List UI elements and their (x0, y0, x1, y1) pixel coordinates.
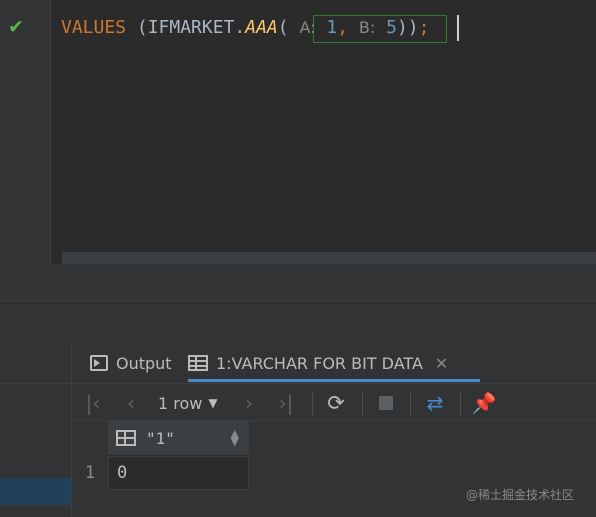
output-console-icon (90, 355, 108, 371)
row-count-label: 1 row (158, 393, 203, 413)
toolbar-separator (410, 392, 411, 416)
tab-output[interactable]: Output (90, 343, 172, 383)
tab-result-label: 1:VARCHAR FOR BIT DATA (216, 353, 423, 373)
text-caret (457, 15, 459, 41)
code-text: (IFMARKET. (126, 17, 246, 38)
active-tab-indicator (188, 379, 480, 382)
pin-icon[interactable]: 📌 (470, 384, 498, 422)
row-number: 1 (84, 463, 96, 483)
services-tree-selected-row[interactable] (0, 478, 71, 505)
keyword-values: VALUES (61, 17, 127, 38)
column-table-icon (116, 430, 136, 446)
first-page-icon[interactable]: |‹ (82, 384, 104, 422)
result-tabs: Output 1:VARCHAR FOR BIT DATA ✕ (72, 343, 596, 383)
results-toolbar: |‹ ‹ 1 row ▼ › ›| ⟳ ⇄ 📌 (72, 383, 596, 421)
tab-result[interactable]: 1:VARCHAR FOR BIT DATA ✕ (188, 343, 480, 383)
sort-icon[interactable]: ▲ ▼ (231, 428, 239, 447)
param-value-a: 1 (326, 17, 338, 38)
toolbar-separator (362, 392, 363, 416)
toolbar-separator (460, 392, 461, 416)
function-name: AAA (245, 17, 278, 38)
prev-page-icon[interactable]: ‹ (120, 384, 142, 422)
table-cell[interactable]: 0 (108, 456, 249, 490)
chevron-down-icon: ▼ (208, 396, 218, 410)
next-page-icon[interactable]: › (238, 384, 260, 422)
splitter-band[interactable] (0, 264, 596, 304)
tab-output-label: Output (116, 353, 172, 373)
open-paren: ( (277, 17, 289, 38)
close-icon[interactable]: ✕ (435, 354, 448, 373)
grid-corner (72, 421, 108, 456)
stop-icon[interactable] (374, 384, 398, 422)
table-icon (188, 355, 208, 371)
sql-code-line[interactable]: VALUES (IFMARKET.AAA( A: 1, B: 5)); (61, 15, 429, 41)
param-hint-b: B: (358, 18, 376, 37)
checkmark-icon: ✔ (8, 16, 24, 38)
semicolon: ; (418, 17, 430, 38)
horizontal-scrollbar[interactable] (62, 252, 596, 264)
toolbar-separator (312, 392, 313, 416)
row-count-dropdown[interactable]: 1 row ▼ (158, 384, 218, 422)
refresh-icon[interactable]: ⟳ (322, 384, 350, 422)
compare-icon[interactable]: ⇄ (420, 384, 450, 422)
param-hint-a: A: (299, 18, 316, 37)
column-name: "1" (146, 428, 175, 448)
close-parens: )) (396, 17, 419, 38)
editor-gutter (0, 0, 51, 264)
comma: , (337, 17, 349, 38)
last-page-icon[interactable]: ›| (274, 384, 298, 422)
watermark: @稀土掘金技术社区 (466, 488, 575, 502)
param-value-b: 5 (386, 17, 397, 38)
column-header[interactable]: "1" ▲ ▼ (108, 421, 249, 456)
